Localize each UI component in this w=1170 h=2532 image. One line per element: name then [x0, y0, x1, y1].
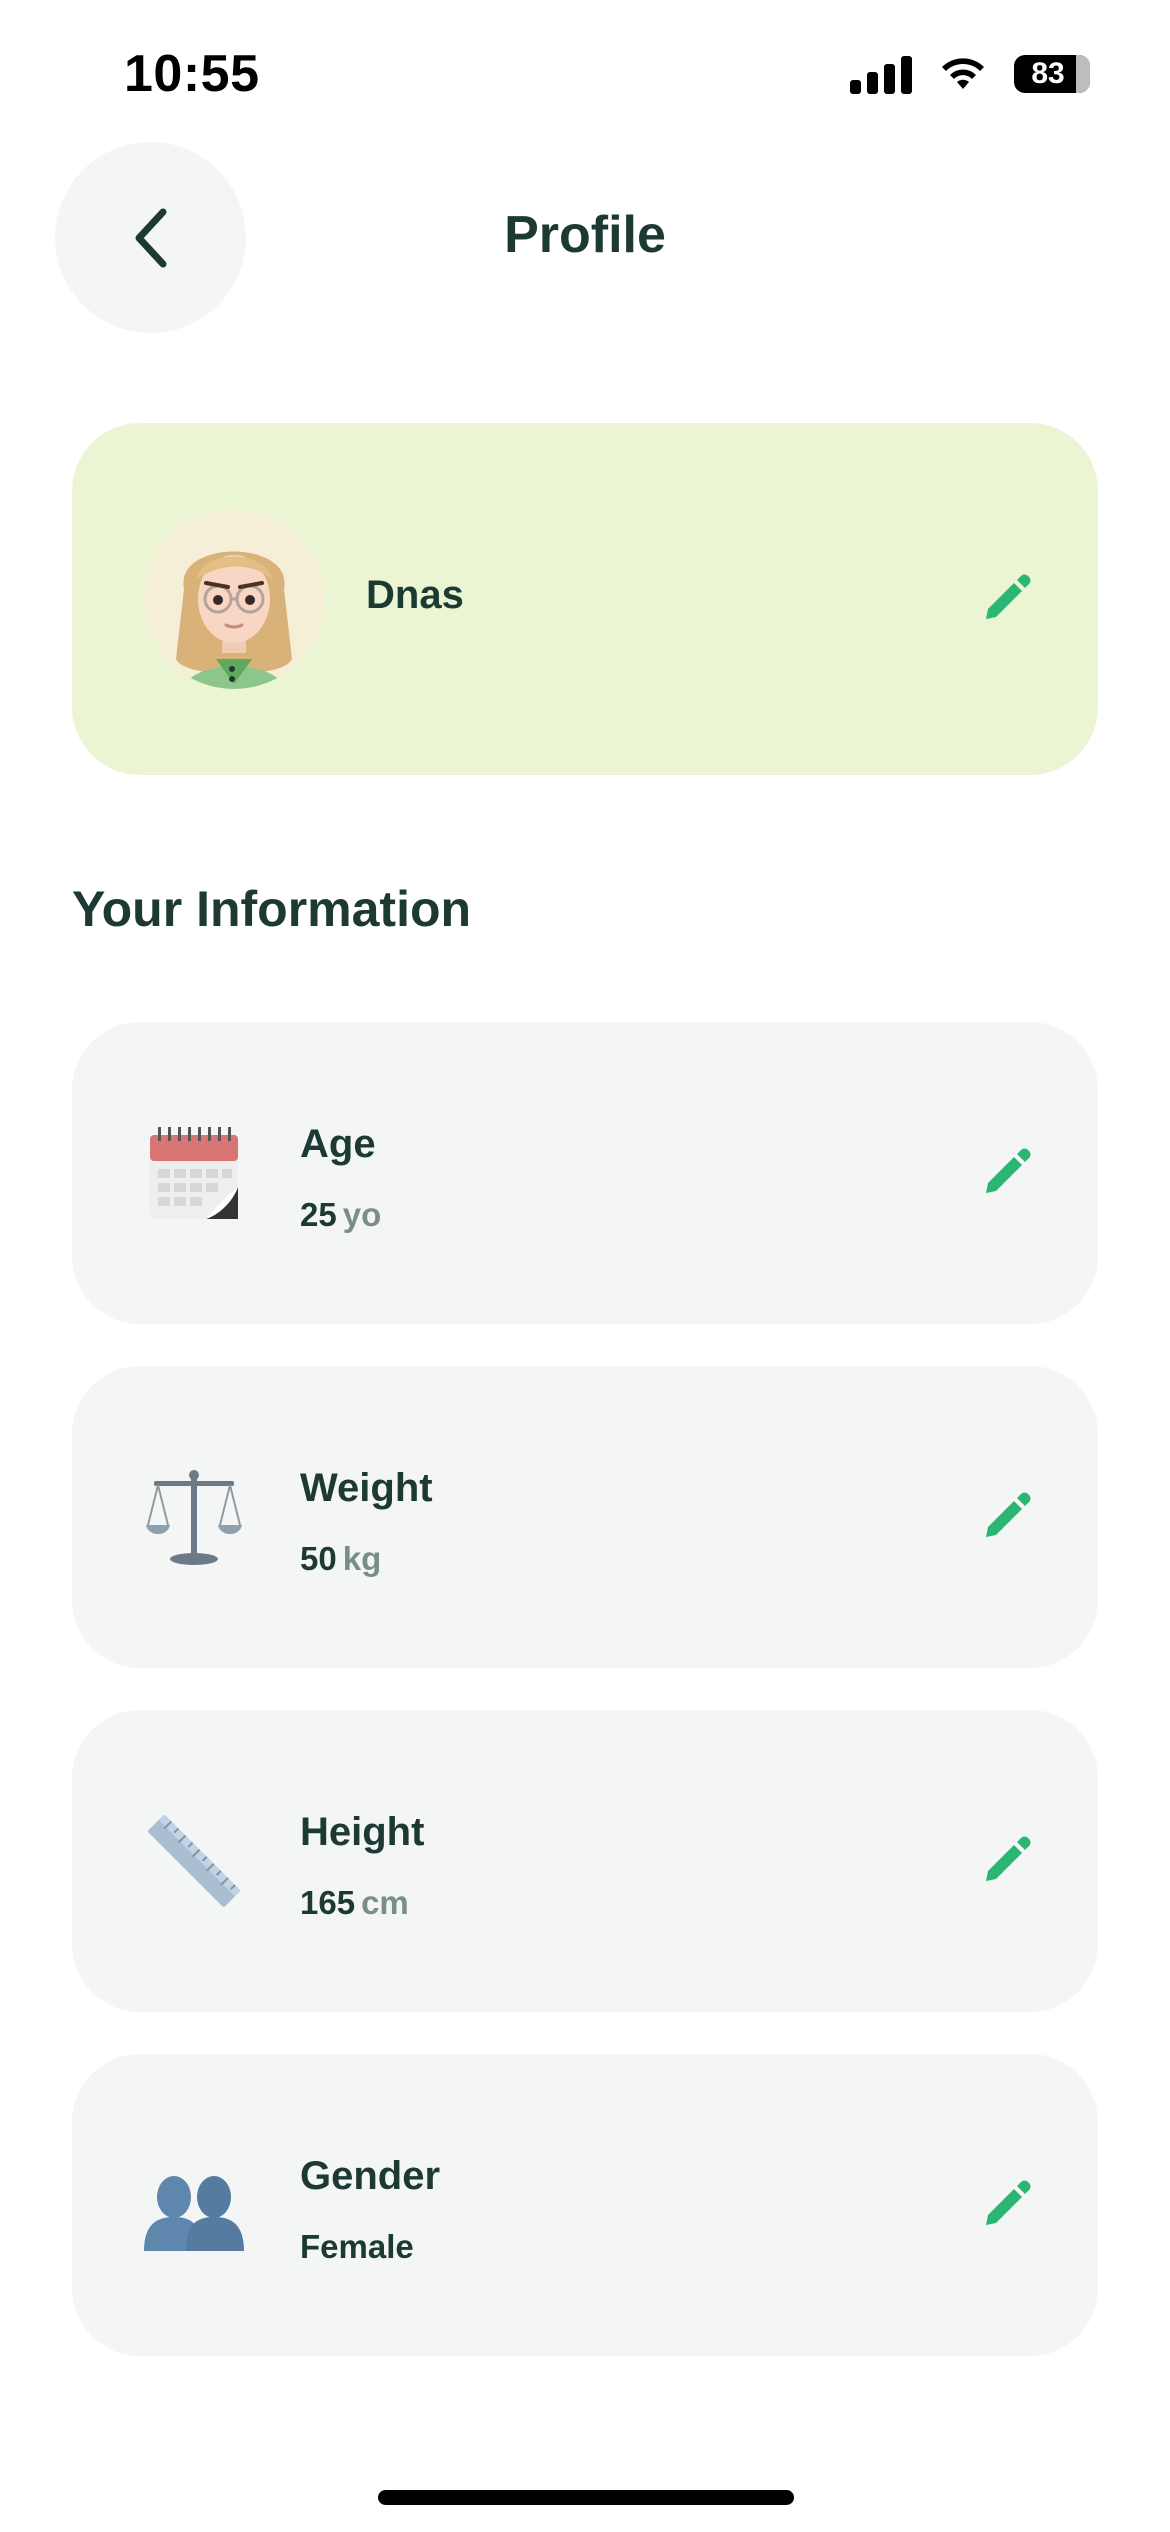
cellular-signal-icon: [850, 54, 912, 94]
edit-height-button[interactable]: [974, 1829, 1038, 1893]
info-value-unit: cm: [361, 1884, 409, 1921]
edit-weight-button[interactable]: [974, 1485, 1038, 1549]
info-value-number: Female: [300, 2228, 414, 2265]
info-card-age[interactable]: Age 25 yo: [72, 1022, 1098, 1324]
ruler-icon: [144, 1811, 244, 1911]
page-title: Profile: [504, 206, 666, 264]
people-icon: [144, 2155, 244, 2255]
battery-level: 83: [1031, 57, 1065, 90]
profile-name: Dnas: [366, 573, 464, 617]
pencil-icon: [986, 1492, 1031, 1537]
info-card-weight[interactable]: Weight 50 kg: [72, 1366, 1098, 1668]
info-value: 25 yo: [300, 1196, 381, 1234]
info-value: 50 kg: [300, 1540, 381, 1578]
info-value: Female: [300, 2228, 414, 2266]
edit-gender-button[interactable]: [974, 2173, 1038, 2237]
status-bar: 10:55 83: [0, 0, 1170, 150]
info-label: Weight: [300, 1466, 433, 1510]
status-icons: 83: [850, 54, 1090, 94]
edit-age-button[interactable]: [974, 1141, 1038, 1205]
info-label: Age: [300, 1122, 376, 1166]
info-value-unit: yo: [342, 1196, 382, 1233]
avatar[interactable]: [144, 509, 324, 689]
info-value-number: 25: [300, 1196, 337, 1233]
section-title-your-information: Your Information: [72, 881, 472, 937]
edit-profile-button[interactable]: [974, 567, 1038, 631]
info-value-number: 50: [300, 1540, 337, 1577]
wifi-icon: [942, 58, 984, 89]
scales-icon: [144, 1467, 244, 1567]
pencil-icon: [986, 1836, 1031, 1881]
info-card-height[interactable]: Height 165 cm: [72, 1710, 1098, 2012]
info-value: 165 cm: [300, 1884, 409, 1922]
home-indicator[interactable]: [378, 2490, 794, 2505]
pencil-icon: [986, 2180, 1031, 2225]
battery-icon: 83: [1014, 55, 1090, 93]
info-label: Height: [300, 1810, 425, 1854]
pencil-icon: [986, 574, 1031, 619]
pencil-icon: [986, 1148, 1031, 1193]
info-value-number: 165: [300, 1884, 356, 1921]
info-value-unit: kg: [342, 1540, 382, 1577]
status-time: 10:55: [124, 45, 260, 103]
info-label: Gender: [300, 2154, 441, 2198]
calendar-icon: [144, 1123, 244, 1223]
profile-card: Dnas: [72, 423, 1098, 775]
info-card-gender[interactable]: Gender Female: [72, 2054, 1098, 2356]
avatar-memoji-icon: [144, 509, 324, 689]
